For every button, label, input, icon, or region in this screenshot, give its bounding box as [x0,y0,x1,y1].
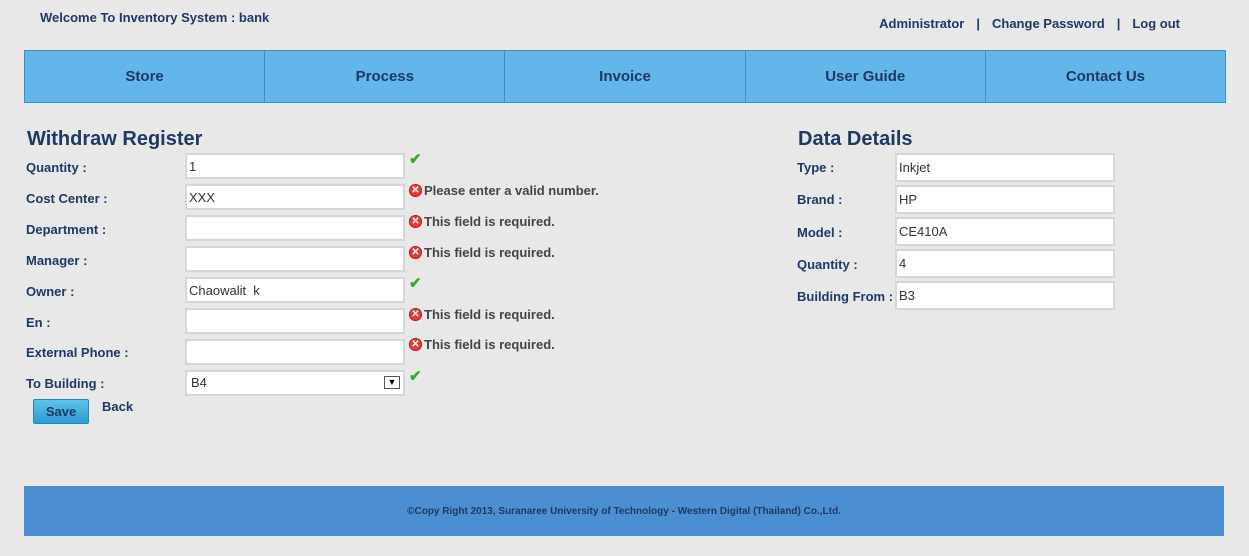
error-x-icon: ✕ [409,184,422,197]
department-field[interactable] [185,215,405,241]
error-message: Please enter a valid number. [424,183,599,198]
administrator-link[interactable]: Administrator [879,16,964,31]
error-message: This field is required. [424,337,555,352]
external-phone-label: External Phone : [26,345,129,360]
link-separator: | [1116,16,1121,31]
department-label: Department : [26,222,107,237]
type-label: Type : [797,160,835,175]
form-title: Withdraw Register [27,128,203,150]
error-message: This field is required. [424,307,555,322]
checkmark-icon: ✔ [409,368,422,385]
details-title: Data Details [798,128,913,150]
checkmark-icon: ✔ [409,151,422,168]
building-from-label: Building From : [797,289,894,304]
footer: ©Copy Right 2013, Suranaree University o… [24,486,1224,536]
en-label: En : [26,315,51,330]
manager-label: Manager : [26,253,88,268]
manager-field[interactable] [185,246,405,272]
to-building-label: To Building : [26,376,105,391]
en-field[interactable] [185,308,405,334]
cost-center-label: Cost Center : [26,191,108,206]
nav-item-invoice[interactable]: Invoice [505,51,746,102]
copyright-text: ©Copy Right 2013, Suranaree University o… [407,505,841,517]
error-x-icon: ✕ [409,246,422,259]
save-button[interactable]: Save [33,399,89,424]
welcome-text: Welcome To Inventory System : bank [40,10,270,25]
to-building-select[interactable]: B4 ▼ [185,370,405,396]
cost-center-field[interactable] [185,184,405,210]
dropdown-arrow-icon[interactable]: ▼ [384,376,400,389]
logout-link[interactable]: Log out [1132,16,1180,31]
external-phone-error: ✕ This field is required. [409,337,555,352]
top-links: Administrator | Change Password | Log out [879,16,1180,31]
error-x-icon: ✕ [409,338,422,351]
model-field[interactable] [895,217,1115,246]
main-nav: Store Process Invoice User Guide Contact… [24,50,1226,103]
to-building-value: B4 [191,375,207,390]
checkmark-icon: ✔ [409,275,422,292]
quantity-label: Quantity : [26,160,87,175]
error-x-icon: ✕ [409,308,422,321]
owner-field[interactable] [185,277,405,303]
error-x-icon: ✕ [409,215,422,228]
quantity-field[interactable] [185,153,405,179]
back-link[interactable]: Back [102,399,133,414]
department-error: ✕ This field is required. [409,214,555,229]
building-from-field[interactable] [895,281,1115,310]
error-message: This field is required. [424,214,555,229]
detail-quantity-label: Quantity : [797,257,858,272]
manager-error: ✕ This field is required. [409,245,555,260]
detail-quantity-field[interactable] [895,249,1115,278]
type-field[interactable] [895,153,1115,182]
cost-center-error: ✕ Please enter a valid number. [409,183,599,198]
nav-item-process[interactable]: Process [265,51,506,102]
link-separator: | [976,16,980,31]
brand-label: Brand : [797,192,843,207]
nav-item-user-guide[interactable]: User Guide [746,51,986,102]
owner-label: Owner : [26,284,75,299]
nav-item-contact-us[interactable]: Contact Us [986,51,1225,102]
error-message: This field is required. [424,245,555,260]
nav-item-store[interactable]: Store [25,51,266,102]
model-label: Model : [797,225,843,240]
external-phone-field[interactable] [185,339,405,365]
brand-field[interactable] [895,185,1115,214]
en-error: ✕ This field is required. [409,307,555,322]
change-password-link[interactable]: Change Password [992,16,1105,31]
